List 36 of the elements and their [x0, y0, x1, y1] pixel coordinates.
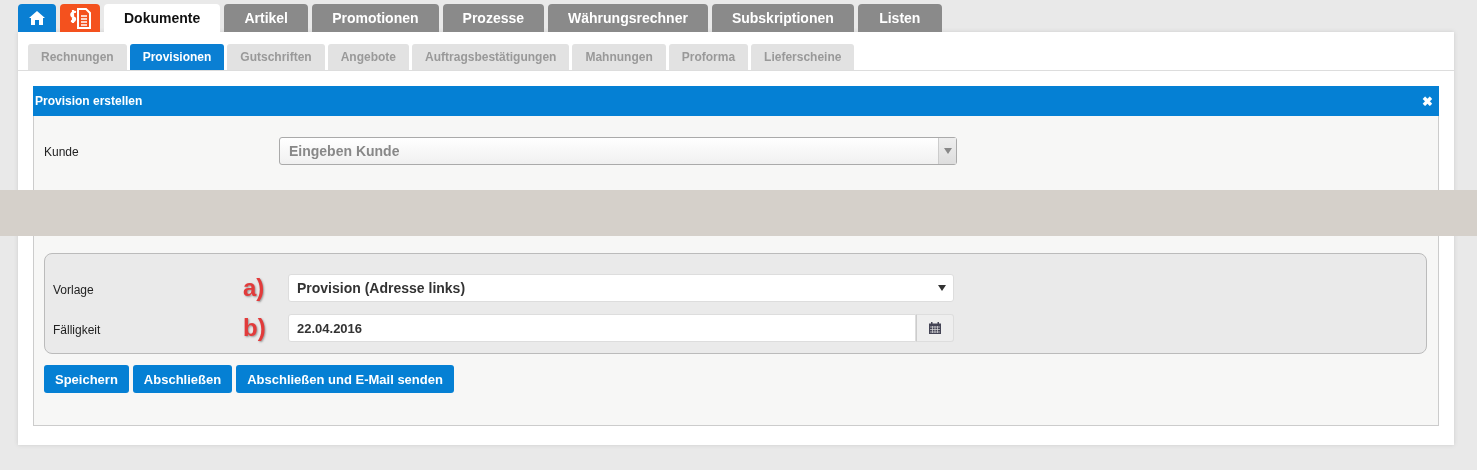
sub-tab[interactable]: Gutschriften [227, 44, 325, 70]
action-button[interactable]: Abschließen [132, 365, 233, 393]
calendar-button[interactable] [916, 314, 954, 342]
sub-tab[interactable]: Proforma [668, 44, 749, 70]
field-label: Kunde [44, 144, 80, 159]
main-tab[interactable]: Dokumente [104, 4, 221, 32]
customer-combobox[interactable]: Eingeben Kunde [279, 137, 957, 165]
home-icon [28, 10, 46, 26]
dollar-document-icon [68, 7, 92, 29]
caret-icon [938, 285, 946, 291]
annotation-label: a) [243, 274, 266, 302]
caret-icon [943, 148, 952, 154]
template-select[interactable]: Provision (Adresse links) [288, 274, 954, 302]
main-tab[interactable]: Listen [857, 4, 942, 32]
invoice-tab[interactable] [60, 4, 100, 32]
main-tab[interactable]: Artikel [224, 4, 309, 32]
main-tab[interactable]: Promotionen [312, 4, 439, 32]
home-tab[interactable] [18, 4, 56, 32]
sub-tab[interactable]: Lieferscheine [751, 44, 855, 70]
sub-tab[interactable]: Mahnungen [572, 44, 666, 70]
dialog-title: Provision erstellen [35, 94, 143, 108]
main-tab[interactable]: Prozesse [442, 4, 545, 32]
sub-tab[interactable]: Auftragsbestätigungen [412, 44, 570, 70]
sub-tab[interactable]: Provisionen [129, 44, 225, 70]
main-tab[interactable]: Subskriptionen [711, 4, 854, 32]
action-button[interactable]: Speichern [44, 365, 129, 393]
field-label: Fälligkeit [53, 322, 102, 337]
sub-tab[interactable]: Rechnungen [28, 44, 127, 70]
field-label: Vorlage [53, 282, 95, 297]
action-button[interactable]: Abschließen und E-Mail senden [236, 365, 454, 393]
calendar-icon [929, 322, 941, 334]
annotation-label: b) [243, 314, 267, 342]
sub-tab[interactable]: Angebote [327, 44, 410, 70]
main-tab[interactable]: Währungsrechner [548, 4, 708, 32]
close-icon[interactable]: ✖ [1422, 93, 1433, 109]
date-field[interactable]: 22.04.2016 [288, 314, 916, 342]
